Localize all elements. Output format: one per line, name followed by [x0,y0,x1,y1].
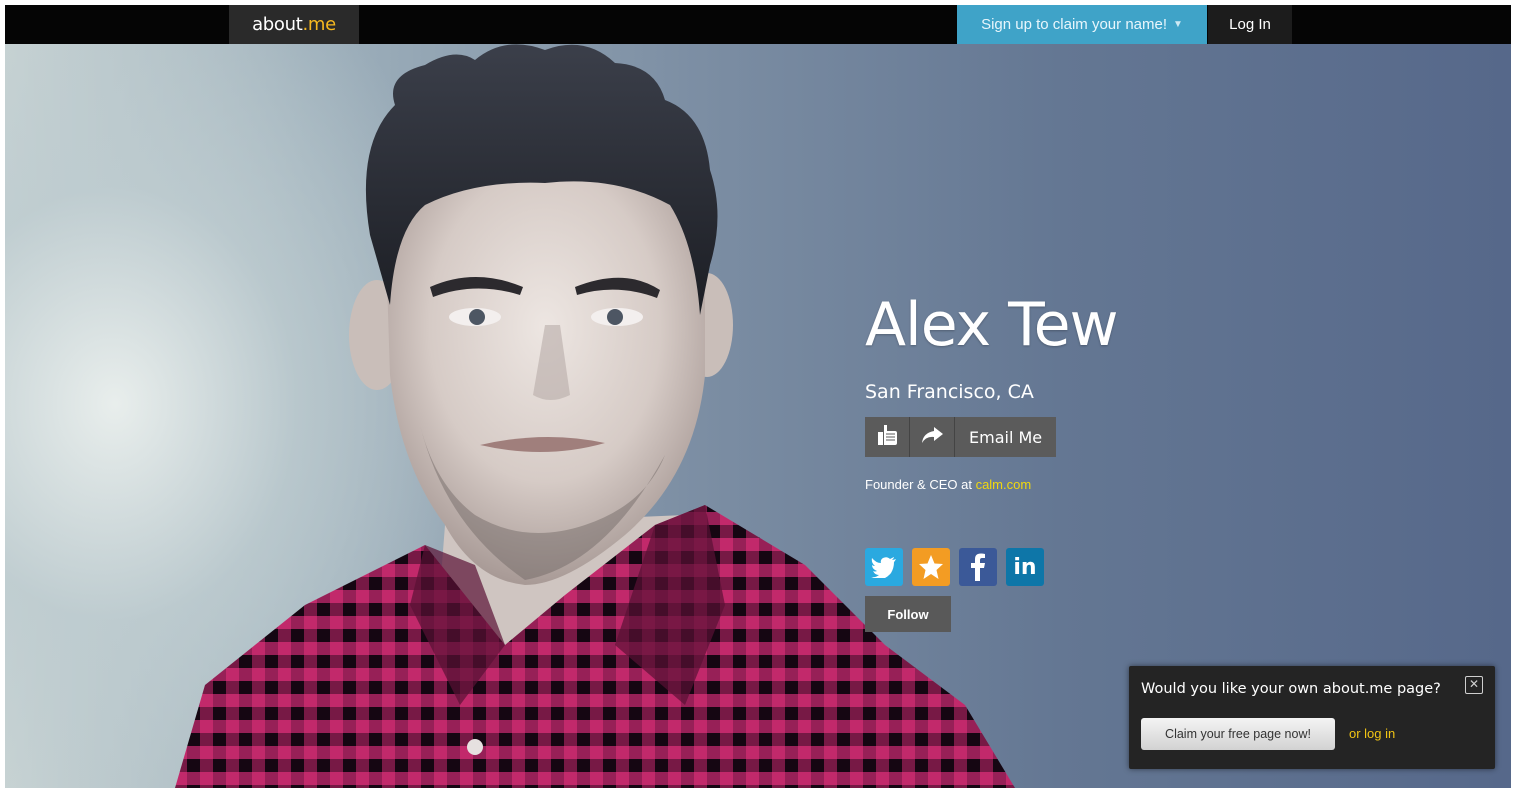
share-button[interactable] [910,417,955,457]
logo-text: about [252,14,303,35]
about-me-logo[interactable]: about .me [229,5,359,44]
twitter-icon[interactable] [865,548,903,586]
bio-text: Founder & CEO at [865,477,976,492]
email-me-button[interactable]: Email Me [955,417,1057,457]
bio-link[interactable]: calm.com [976,477,1032,492]
profile-action-bar: Email Me [865,417,1057,457]
login-label: Log In [1229,16,1271,33]
follow-button[interactable]: Follow [865,596,951,632]
linkedin-icon[interactable]: in [1006,548,1044,586]
star-icon[interactable] [912,548,950,586]
chevron-down-icon: ▼ [1173,19,1183,30]
signup-label: Sign up to claim your name! [981,16,1168,33]
login-button[interactable]: Log In [1208,5,1292,44]
facebook-icon[interactable] [959,548,997,586]
popup-question: Would you like your own about.me page? [1141,681,1441,697]
claim-page-popup: Would you like your own about.me page? ✕… [1129,666,1495,769]
popup-login-link[interactable]: or log in [1349,726,1395,741]
close-icon[interactable]: ✕ [1465,676,1483,694]
email-me-label: Email Me [969,427,1043,447]
logo-accent-text: .me [302,14,337,35]
follow-label: Follow [887,606,929,622]
share-arrow-icon [920,425,944,450]
profile-bio: Founder & CEO at calm.com [865,477,1031,492]
compliment-button[interactable] [865,417,910,457]
claim-page-button[interactable]: Claim your free page now! [1141,718,1335,750]
page-frame: about .me Sign up to claim your name! ▼ L… [5,5,1511,788]
social-links: in [865,548,1044,586]
top-navigation-bar: about .me Sign up to claim your name! ▼ L… [5,5,1511,44]
profile-location: San Francisco, CA [865,381,1034,403]
signup-button[interactable]: Sign up to claim your name! ▼ [957,5,1207,44]
claim-page-label: Claim your free page now! [1165,727,1311,741]
profile-name: Alex Tew [865,290,1119,360]
thumbs-up-icon [876,423,898,452]
